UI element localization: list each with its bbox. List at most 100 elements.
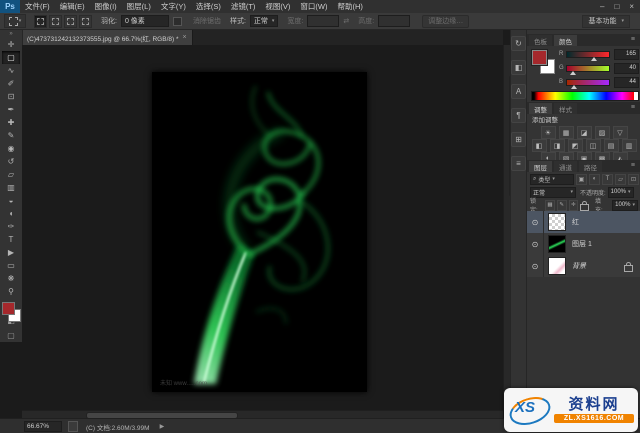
link-dimensions-icon[interactable]: ⇄ [343,17,349,25]
smart-object-filter-icon[interactable]: ⊡ [628,174,639,185]
minimize-button[interactable]: – [600,0,604,13]
exposure-icon[interactable]: ▨ [595,126,610,139]
lasso-tool[interactable]: ∿ [2,64,20,77]
panel-tab[interactable]: 图层 [529,161,552,172]
panel-menu-icon[interactable]: ≡ [631,36,635,43]
antialias-checkbox[interactable] [173,17,182,26]
fill-input[interactable]: 100%▾ [612,200,638,211]
menu-item[interactable]: 编辑(E) [55,1,90,12]
layer-row[interactable]: ⊙ 红 [527,211,640,234]
layer-thumbnail[interactable] [548,257,566,275]
pen-tool[interactable]: ✑ [2,220,20,233]
history-brush-tool[interactable]: ↺ [2,155,20,168]
rectangular-marquee-tool[interactable]: ▢ [2,51,20,64]
panel-tab[interactable]: 路径 [579,161,602,172]
blur-tool[interactable]: ◒ [2,194,20,207]
panel-tab[interactable]: 调整 [529,103,552,114]
properties-panel-icon[interactable]: ◧ [511,60,526,75]
collapse-toolbar-icon[interactable]: » [9,30,12,38]
subtract-selection-button[interactable] [64,15,77,28]
visibility-toggle[interactable]: ⊙ [527,211,544,233]
foreground-color-swatch[interactable] [2,302,15,315]
type-tool[interactable]: T [2,233,20,246]
intersect-selection-button[interactable] [79,15,92,28]
eraser-tool[interactable]: ▱ [2,168,20,181]
menu-item[interactable]: 帮助(H) [333,1,368,12]
eyedropper-tool[interactable]: ✒ [2,103,20,116]
color-lookup-icon[interactable]: ▥ [622,139,637,152]
zoom-tool[interactable]: ⚲ [2,285,20,298]
brush-tool[interactable]: ✎ [2,129,20,142]
slider-marker-icon[interactable] [571,85,577,89]
workspace-switcher-button[interactable]: 基本功能▾ [582,15,630,28]
channel-value-input[interactable]: 44 [614,77,639,88]
history-panel-icon[interactable]: ↻ [511,36,526,51]
close-button[interactable]: × [629,0,634,13]
gradient-tool[interactable]: ▥ [2,181,20,194]
channel-slider[interactable] [566,65,610,72]
panel-tab[interactable]: 色板 [529,35,552,46]
status-options-arrow-icon[interactable]: ▶ [160,423,165,430]
refine-edge-button[interactable]: 调整边缘… [422,15,469,28]
maximize-button[interactable]: □ [614,0,619,13]
curves-icon[interactable]: ◪ [577,126,592,139]
menu-item[interactable]: 文件(F) [20,1,55,12]
menu-item[interactable]: 窗口(W) [295,1,332,12]
color-balance-icon[interactable]: ◨ [550,139,565,152]
style-select[interactable]: 正常▾ [250,15,279,27]
lock-transparent-pixels-icon[interactable]: ▦ [545,200,555,211]
spot-healing-brush-tool[interactable]: ✚ [2,116,20,129]
channel-slider[interactable] [566,51,610,58]
levels-icon[interactable]: ▦ [559,126,574,139]
crop-tool[interactable]: ⊡ [2,90,20,103]
dodge-tool[interactable]: ◖ [2,207,20,220]
color-spectrum-ramp[interactable] [531,91,639,101]
adjustment-filter-icon[interactable]: ◐ [589,174,600,185]
menu-item[interactable]: 视图(V) [260,1,295,12]
current-tool-preset[interactable]: ▾ [4,14,26,28]
panel-menu-icon[interactable]: ≡ [631,162,635,169]
menu-item[interactable]: 图层(L) [122,1,156,12]
shape-filter-icon[interactable]: ▱ [615,174,626,185]
photo-filter-icon[interactable]: ◫ [586,139,601,152]
slider-marker-icon[interactable] [591,57,597,61]
character-panel-icon[interactable]: A [511,84,526,99]
document-image[interactable]: 未知 www.….com [152,72,367,392]
lock-position-icon[interactable]: ✛ [569,200,579,211]
layer-row[interactable]: ⊙ 图层 1 [527,233,640,256]
type-filter-icon[interactable]: T [602,174,613,185]
paragraph-panel-icon[interactable]: ¶ [511,108,526,123]
channel-slider[interactable] [566,79,610,86]
quick-selection-tool[interactable]: ✐ [2,77,20,90]
brightness-contrast-icon[interactable]: ☀ [541,126,556,139]
hand-tool[interactable]: ❋ [2,272,20,285]
channel-value-input[interactable]: 40 [614,63,639,74]
layer-thumbnail[interactable] [548,213,566,231]
visibility-toggle[interactable]: ⊙ [527,255,544,277]
panel-tab[interactable]: 通道 [554,161,577,172]
zoom-level-input[interactable]: 66.67% [24,421,62,432]
document-tab[interactable]: (C)473731242132373555.jpg @ 66.7%(红, RGB… [22,30,193,45]
channel-mixer-icon[interactable]: ▤ [604,139,619,152]
lock-all-icon[interactable] [580,204,589,211]
slider-marker-icon[interactable] [570,71,576,75]
hue-saturation-icon[interactable]: ◧ [532,139,547,152]
screen-mode-button[interactable]: ▢ [2,329,20,342]
foreground-color-swatch[interactable] [532,50,547,65]
info-panel-icon[interactable]: ≡ [511,156,526,171]
layer-row[interactable]: ⊙ 背景 [527,255,640,278]
visibility-toggle[interactable]: ⊙ [527,233,544,255]
height-input[interactable] [378,15,410,27]
add-selection-button[interactable] [49,15,62,28]
move-tool[interactable]: ✛ [2,38,20,51]
menu-item[interactable]: 选择(S) [191,1,226,12]
channel-value-input[interactable]: 165 [614,49,639,60]
new-selection-button[interactable] [34,15,47,28]
path-selection-tool[interactable]: ▶ [2,246,20,259]
black-white-icon[interactable]: ◩ [568,139,583,152]
menu-item[interactable]: 图像(I) [90,1,122,12]
layer-filter-type-select[interactable]: ⌕ 类型 ▾ [530,174,574,185]
tab-close-icon[interactable]: × [183,34,187,41]
pixel-filter-icon[interactable]: ▣ [576,174,587,185]
clone-stamp-tool[interactable]: ◉ [2,142,20,155]
